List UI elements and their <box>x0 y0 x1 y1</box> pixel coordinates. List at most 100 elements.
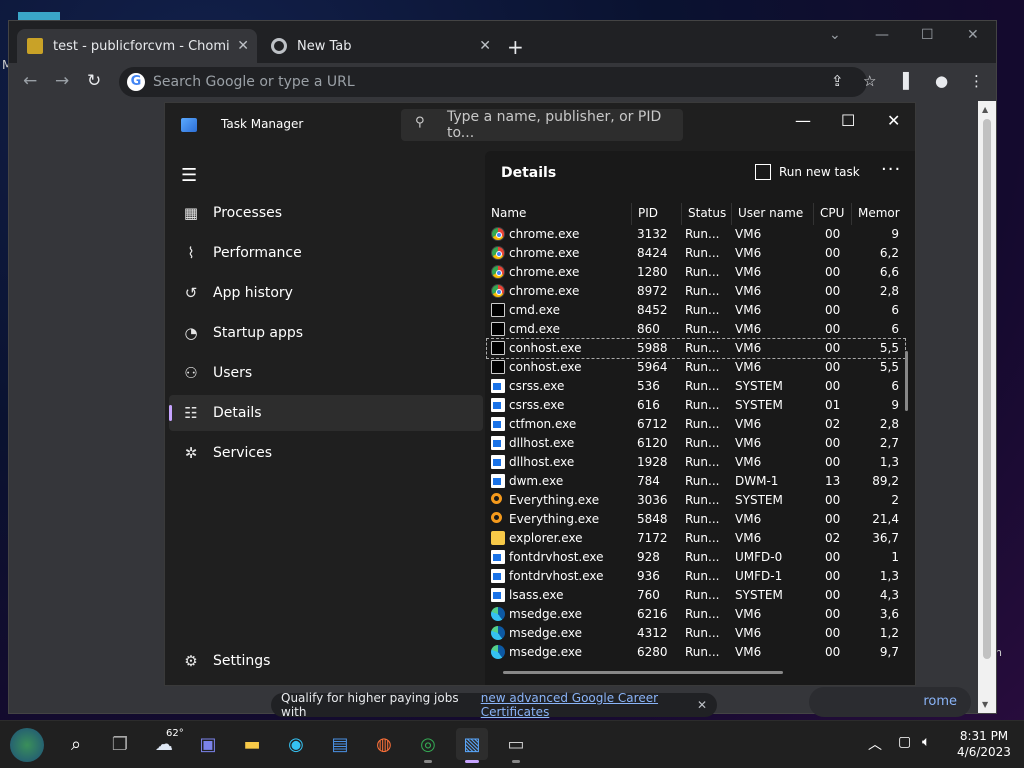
users-icon: ⚇ <box>184 364 198 382</box>
column-header-pid[interactable]: PID <box>631 203 681 225</box>
reload-icon[interactable]: ↻ <box>87 71 101 91</box>
table-row[interactable]: chrome.exe 8972 Run... VM6 00 2,8 <box>487 282 905 301</box>
new-tab-plus-icon[interactable]: + <box>507 35 524 59</box>
search-icon[interactable]: ⌕ <box>60 728 92 760</box>
cell-cpu: 13 <box>825 474 841 488</box>
back-icon[interactable]: ← <box>23 71 37 91</box>
column-header-user[interactable]: User name <box>731 203 813 225</box>
table-row[interactable]: ctfmon.exe 6712 Run... VM6 02 2,8 <box>487 415 905 434</box>
process-search-input[interactable]: ⚲ Type a name, publisher, or PID to... <box>401 109 683 141</box>
table-row[interactable]: dllhost.exe 1928 Run... VM6 00 1,3 <box>487 453 905 472</box>
table-row[interactable]: conhost.exe 5988 Run... VM6 00 5,5 <box>486 338 906 359</box>
network-icon[interactable]: ▢ <box>898 734 911 750</box>
teams-chat-icon[interactable]: ▣ <box>192 728 224 760</box>
tab-new-tab[interactable]: New Tab ✕ <box>261 29 499 63</box>
table-horizontal-scrollbar[interactable] <box>503 671 783 674</box>
task-view-icon[interactable]: ❐ <box>104 728 136 760</box>
table-row[interactable]: fontdrvhost.exe 936 Run... UMFD-1 00 1,3 <box>487 567 905 586</box>
table-row[interactable]: dwm.exe 784 Run... DWM-1 13 89,2 <box>487 472 905 491</box>
nav-app-history[interactable]: ↺ App history <box>169 275 483 311</box>
table-row[interactable]: chrome.exe 8424 Run... VM6 00 6,2 <box>487 244 905 263</box>
store-icon[interactable]: ▤ <box>324 728 356 760</box>
table-row[interactable]: Everything.exe 3036 Run... SYSTEM 00 2 <box>487 491 905 510</box>
chomikuj-favicon-icon <box>27 38 43 54</box>
scrollbar-thumb[interactable] <box>983 119 991 659</box>
bookmark-star-icon[interactable]: ☆ <box>863 72 876 90</box>
edge-icon[interactable]: ◉ <box>280 728 312 760</box>
column-header-memory[interactable]: Memor <box>851 203 915 225</box>
close-window-icon[interactable]: ✕ <box>967 27 979 43</box>
tab-chomikuj[interactable]: test - publicforcvm - Chomikuj.pl ✕ <box>17 29 257 63</box>
column-header-name[interactable]: Name ^ <box>485 203 631 225</box>
more-options-icon[interactable]: ··· <box>881 159 901 180</box>
table-row[interactable]: chrome.exe 3132 Run... VM6 00 9 <box>487 225 905 244</box>
firefox-icon[interactable]: ◍ <box>368 728 400 760</box>
table-vertical-scrollbar[interactable] <box>905 351 908 411</box>
task-manager-taskbar-icon[interactable]: ▧ <box>456 728 488 763</box>
customize-chrome-button[interactable]: rome <box>809 687 971 717</box>
cell-pid: 928 <box>637 550 660 564</box>
maximize-icon[interactable]: ☐ <box>841 111 855 130</box>
nav-performance[interactable]: ⌇ Performance <box>169 235 483 271</box>
volume-icon[interactable]: 🔈︎ <box>922 734 930 750</box>
cell-status: Run... <box>685 227 720 241</box>
table-row[interactable]: dllhost.exe 6120 Run... VM6 00 2,7 <box>487 434 905 453</box>
table-row[interactable]: Everything.exe 5848 Run... VM6 00 21,4 <box>487 510 905 529</box>
nav-settings[interactable]: ⚙ Settings <box>169 643 483 679</box>
tray-overflow-chevron-icon[interactable]: ︿ <box>868 734 882 754</box>
promo-link[interactable]: new advanced Google Career Certificates <box>481 691 717 719</box>
table-row[interactable]: csrss.exe 536 Run... SYSTEM 00 6 <box>487 377 905 396</box>
hamburger-menu-icon[interactable]: ☰ <box>181 165 197 186</box>
table-row[interactable]: cmd.exe 860 Run... VM6 00 6 <box>487 320 905 339</box>
system-clock[interactable]: 8:31 PM 4/6/2023 <box>952 728 1016 760</box>
minimize-icon[interactable]: — <box>795 111 811 130</box>
chrome-menu-icon[interactable]: ⋮ <box>969 72 984 90</box>
table-row[interactable]: conhost.exe 5964 Run... VM6 00 5,5 <box>487 358 905 377</box>
process-sys-icon <box>491 398 505 412</box>
terminal-icon[interactable]: ▭ <box>500 728 532 763</box>
nav-users[interactable]: ⚇ Users <box>169 355 483 391</box>
file-explorer-icon[interactable]: ▬ <box>236 728 268 760</box>
page-scrollbar[interactable]: ▲ ▼ <box>978 101 996 713</box>
chrome-taskbar-icon[interactable]: ◎ <box>412 728 444 763</box>
table-row[interactable]: explorer.exe 7172 Run... VM6 02 36,7 <box>487 529 905 548</box>
table-row[interactable]: msedge.exe 4312 Run... VM6 00 1,2 <box>487 624 905 643</box>
close-window-icon[interactable]: ✕ <box>887 111 900 130</box>
globe-icon[interactable] <box>10 728 44 762</box>
run-new-task-button[interactable]: Run new task <box>755 164 860 180</box>
nav-label: Performance <box>213 245 302 261</box>
table-row[interactable]: fontdrvhost.exe 928 Run... UMFD-0 00 1 <box>487 548 905 567</box>
cell-status: Run... <box>685 626 720 640</box>
forward-icon[interactable]: → <box>55 71 69 91</box>
cell-memory: 1,2 <box>879 626 899 640</box>
side-panel-icon[interactable]: ▌ <box>903 72 915 90</box>
minimize-icon[interactable]: — <box>875 27 889 43</box>
table-row[interactable]: msedge.exe 6216 Run... VM6 00 3,6 <box>487 605 905 624</box>
scroll-up-icon[interactable]: ▲ <box>982 105 988 114</box>
table-row[interactable]: cmd.exe 8452 Run... VM6 00 6 <box>487 301 905 320</box>
nav-details[interactable]: ☷ Details <box>169 395 483 431</box>
omnibox[interactable]: G Search Google or type a URL <box>119 67 867 97</box>
table-row[interactable]: msedge.exe 6280 Run... VM6 00 9,7 <box>487 643 905 662</box>
promo-close-icon[interactable]: ✕ <box>697 698 707 712</box>
nav-services[interactable]: ✲ Services <box>169 435 483 471</box>
tab-search-chevron-icon[interactable]: ⌄ <box>829 27 841 43</box>
nav-startup-apps[interactable]: ◔ Startup apps <box>169 315 483 351</box>
tab-strip: test - publicforcvm - Chomikuj.pl ✕ New … <box>9 21 996 63</box>
close-tab-icon[interactable]: ✕ <box>237 38 249 54</box>
column-header-status[interactable]: Status <box>681 203 731 225</box>
cell-name: fontdrvhost.exe <box>509 569 604 583</box>
cell-name: Everything.exe <box>509 493 600 507</box>
cell-user: VM6 <box>735 607 762 621</box>
cell-name: chrome.exe <box>509 265 580 279</box>
scroll-down-icon[interactable]: ▼ <box>982 700 988 709</box>
share-icon[interactable]: ⇪ <box>831 72 844 90</box>
table-row[interactable]: lsass.exe 760 Run... SYSTEM 00 4,3 <box>487 586 905 605</box>
close-tab-icon[interactable]: ✕ <box>479 38 491 54</box>
table-row[interactable]: chrome.exe 1280 Run... VM6 00 6,6 <box>487 263 905 282</box>
column-header-cpu[interactable]: CPU <box>813 203 851 225</box>
nav-processes[interactable]: ▦ Processes <box>169 195 483 231</box>
maximize-icon[interactable]: ☐ <box>921 27 934 43</box>
profile-icon[interactable]: ● <box>935 72 948 90</box>
table-row[interactable]: csrss.exe 616 Run... SYSTEM 01 9 <box>487 396 905 415</box>
